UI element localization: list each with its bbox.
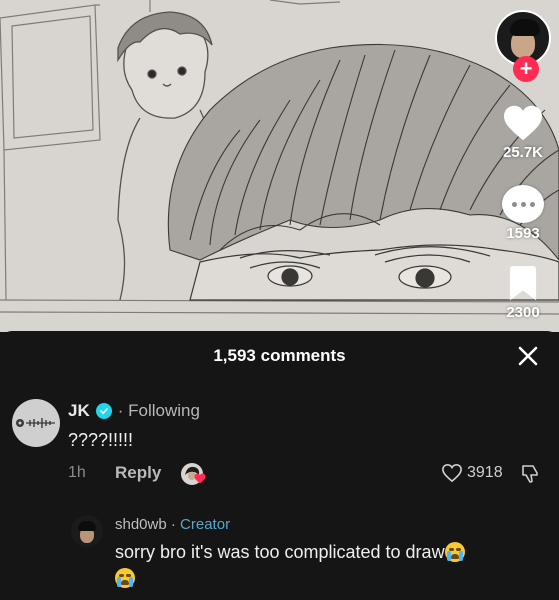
- like-count: 25.7K: [502, 144, 544, 161]
- comment-author-row: JK · Following: [68, 401, 200, 421]
- creator-badge: Creator: [180, 516, 231, 533]
- waveform-icon: [16, 418, 55, 428]
- heart-outline-icon: [442, 463, 462, 483]
- comment-action[interactable]: 1593: [502, 185, 544, 242]
- avatar-hair: [510, 19, 540, 36]
- reply-text: sorry bro it's was too complicated to dr…: [115, 542, 445, 562]
- sketch-drawing: [0, 0, 559, 332]
- heart-icon: [504, 105, 542, 141]
- comments-title: 1,593 comments: [213, 346, 346, 365]
- dislike-icon[interactable]: [520, 464, 540, 484]
- comment-like-count: 3918: [467, 464, 503, 481]
- follow-button[interactable]: +: [513, 56, 539, 82]
- comment-time: 1h: [68, 464, 86, 481]
- reply-avatar-hair: [78, 521, 96, 531]
- reply-author-row: shd0wb · Creator: [115, 516, 231, 533]
- comment-author[interactable]: JK: [68, 401, 90, 421]
- following-label: · Following: [117, 401, 200, 420]
- creator-avatar[interactable]: +: [495, 10, 551, 82]
- heart-icon: [194, 473, 206, 484]
- video-player[interactable]: + 25.7K 1593 2300: [0, 0, 559, 332]
- verified-icon: [95, 403, 112, 419]
- reply-text-block: sorry bro it's was too complicated to dr…: [115, 539, 535, 591]
- comment-like-button[interactable]: 3918: [441, 463, 503, 483]
- reply-author-avatar[interactable]: [71, 515, 103, 547]
- creator-liked-avatar: [181, 463, 206, 485]
- comments-panel: 1,593 comments JK · Following ????!!!!! …: [0, 331, 559, 600]
- close-icon[interactable]: [515, 343, 541, 369]
- like-action[interactable]: 25.7K: [502, 104, 544, 161]
- comment-icon: [502, 185, 544, 223]
- loudly-crying-face-emoji: [444, 542, 465, 562]
- loudly-crying-face-emoji: [115, 568, 135, 588]
- action-sidebar: + 25.7K 1593 2300: [493, 10, 553, 321]
- reply-button[interactable]: Reply: [115, 463, 161, 483]
- comment-text: ????!!!!!: [68, 430, 134, 450]
- commenter-avatar[interactable]: [12, 399, 60, 447]
- comment-count: 1593: [506, 225, 540, 242]
- save-count: 2300: [506, 304, 540, 321]
- bookmark-icon: [509, 266, 537, 301]
- save-action[interactable]: 2300: [506, 266, 540, 321]
- reply-author[interactable]: shd0wb: [115, 516, 167, 533]
- plus-icon: +: [519, 56, 533, 81]
